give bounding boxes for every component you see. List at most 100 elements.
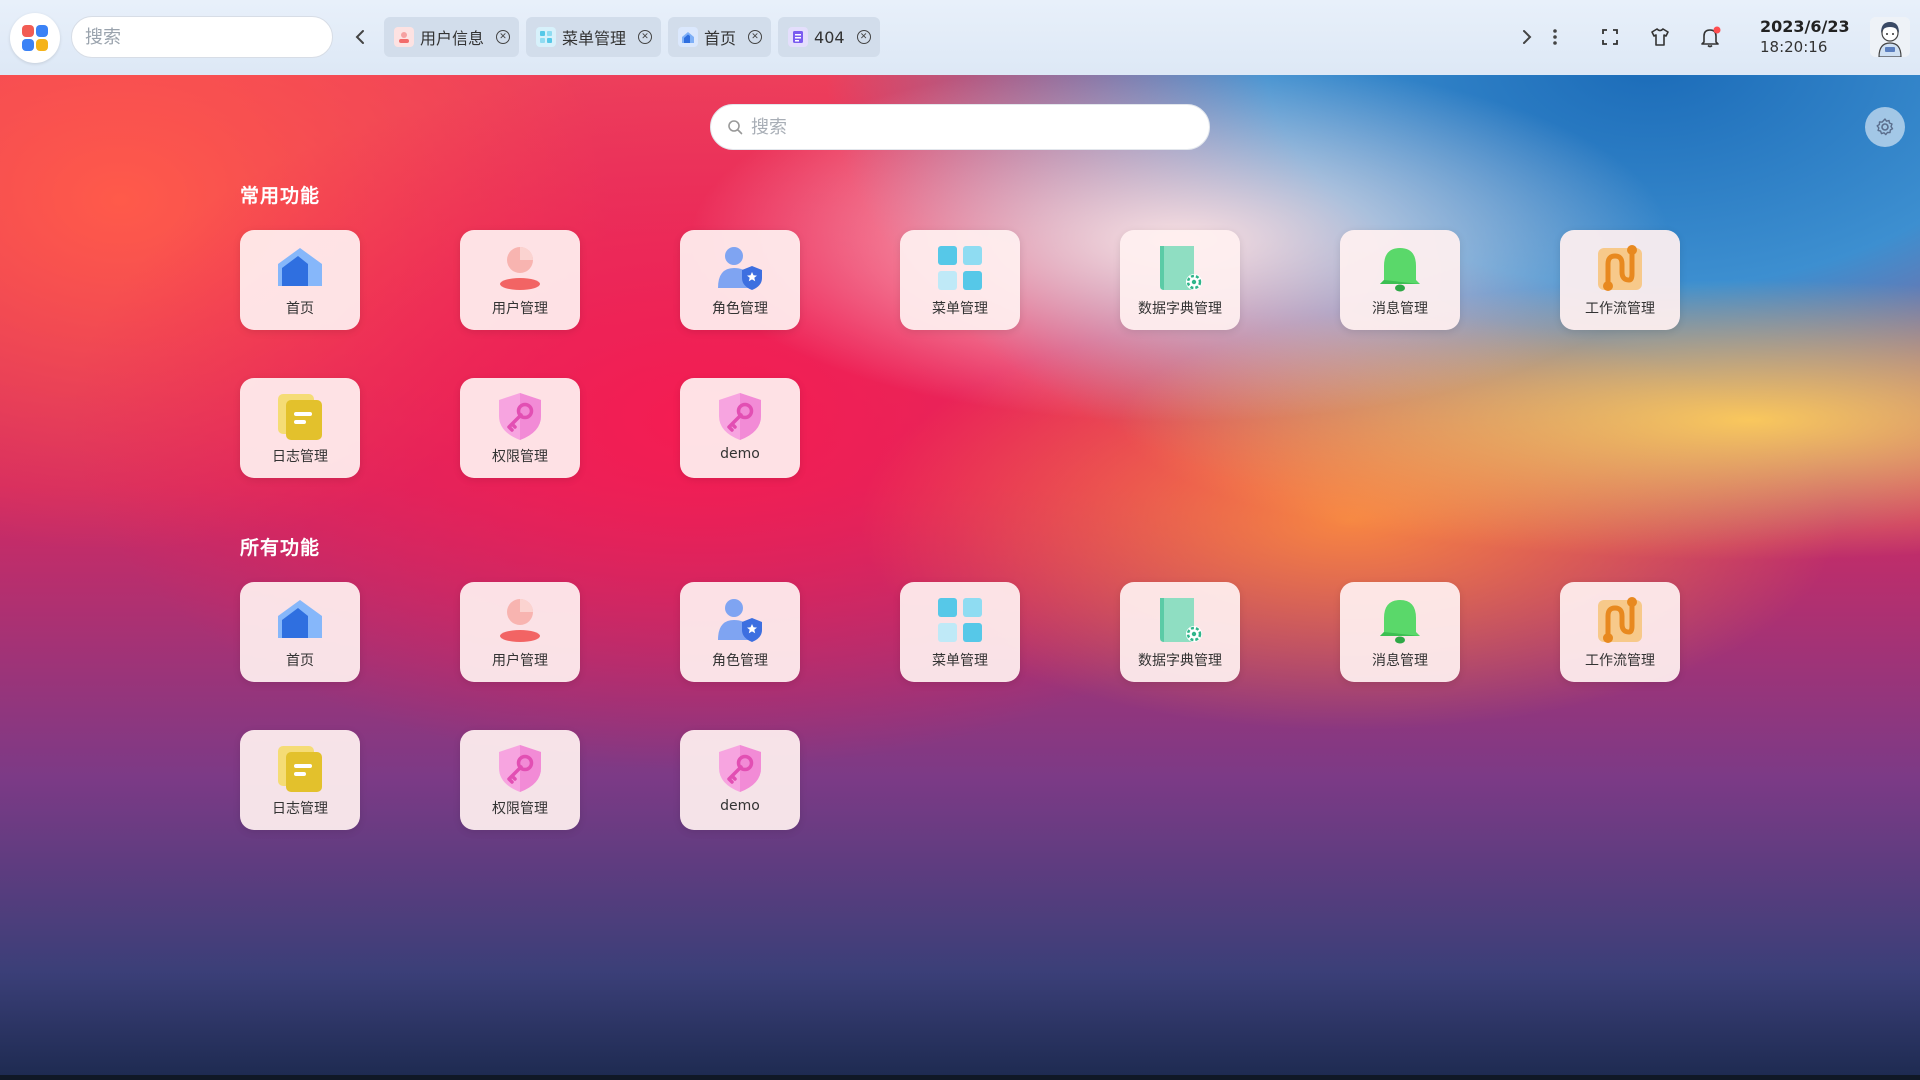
tab-404[interactable]: 404 ✕ [778,17,880,57]
common-app-tile[interactable]: 消息管理 [1340,230,1460,330]
all-app-tile[interactable]: 首页 [240,582,360,682]
fullscreen-icon [1602,29,1618,45]
search-icon [728,120,743,135]
fullscreen-button[interactable] [1598,25,1622,49]
all-app-tile[interactable]: 菜单管理 [900,582,1020,682]
app-label: 菜单管理 [932,653,988,669]
app-label: 菜单管理 [932,301,988,317]
app-search-box[interactable] [710,104,1210,150]
settings-button[interactable] [1865,107,1905,147]
common-app-tile[interactable]: 日志管理 [240,378,360,478]
app-label: 权限管理 [492,449,548,465]
app-label: 数据字典管理 [1138,653,1222,669]
grid-icon [536,27,557,47]
user-icon [494,594,546,646]
clock-time: 18:20:16 [1760,38,1828,56]
gear-icon [1876,118,1894,136]
tabs-scroll-left-button[interactable] [349,26,371,48]
home-icon [274,594,326,646]
all-app-tile[interactable]: 日志管理 [240,730,360,830]
dictionary-icon [1154,242,1206,294]
more-tabs-button[interactable] [1543,25,1567,49]
close-icon[interactable]: ✕ [856,30,871,44]
bell-icon [1701,26,1721,48]
clock: 2023/6/23 18:20:16 [1760,17,1850,57]
tab-menu-management[interactable]: 菜单管理 ✕ [526,17,662,57]
app-label: demo [720,446,760,462]
app-label: 角色管理 [712,653,768,669]
bell-icon [1374,594,1426,646]
bell-icon [1374,242,1426,294]
app-label: 消息管理 [1372,301,1428,317]
user-icon [394,27,414,47]
app-label: 工作流管理 [1585,653,1655,669]
tabs-scroll-right-button[interactable] [1516,26,1538,48]
common-app-tile[interactable]: 权限管理 [460,378,580,478]
tshirt-icon [1651,28,1669,46]
grid-icon [934,242,986,294]
common-app-tile[interactable]: 用户管理 [460,230,580,330]
top-bar: 用户信息 ✕ 菜单管理 ✕ 首页 ✕ 404 ✕ [0,0,1920,75]
shield-key-icon [714,390,766,442]
tab-label: 404 [814,27,845,47]
log-icon [274,742,326,794]
notification-dot [1713,26,1721,34]
app-label: 工作流管理 [1585,301,1655,317]
workflow-icon [1594,594,1646,646]
shield-key-icon [494,742,546,794]
app-label: 用户管理 [492,653,548,669]
app-label: 角色管理 [712,301,768,317]
avatar[interactable] [1870,17,1910,57]
all-app-tile[interactable]: 数据字典管理 [1120,582,1240,682]
app-label: 消息管理 [1372,653,1428,669]
top-search-input[interactable] [71,16,333,58]
home-icon [678,27,699,47]
app-label: 首页 [286,301,314,317]
home-icon [274,242,326,294]
app-label: 用户管理 [492,301,548,317]
common-app-tile[interactable]: 菜单管理 [900,230,1020,330]
all-app-tile[interactable]: 用户管理 [460,582,580,682]
dictionary-icon [1154,594,1206,646]
app-label: 日志管理 [272,801,328,817]
app-label: 数据字典管理 [1138,301,1222,317]
all-app-tile[interactable]: 工作流管理 [1560,582,1680,682]
common-app-tile[interactable]: demo [680,378,800,478]
more-vertical-icon [1553,29,1557,45]
tab-label: 用户信息 [420,29,485,48]
app-search-input[interactable] [751,107,1209,147]
page-icon [788,27,809,47]
close-icon[interactable]: ✕ [748,30,763,44]
common-app-tile[interactable]: 数据字典管理 [1120,230,1240,330]
apps-logo-icon [22,25,48,51]
tab-user-info[interactable]: 用户信息 ✕ [384,17,520,57]
app-label: 日志管理 [272,449,328,465]
close-icon[interactable]: ✕ [638,30,653,44]
tab-home[interactable]: 首页 ✕ [668,17,772,57]
all-app-tile[interactable]: 角色管理 [680,582,800,682]
role-icon [714,242,766,294]
app-logo[interactable] [10,13,60,63]
app-label: 首页 [286,653,314,669]
shield-key-icon [494,390,546,442]
app-label: 权限管理 [492,801,548,817]
user-icon [494,242,546,294]
grid-icon [934,594,986,646]
role-icon [714,594,766,646]
all-app-tile[interactable]: demo [680,730,800,830]
common-app-tile[interactable]: 角色管理 [680,230,800,330]
app-label: demo [720,798,760,814]
workflow-icon [1594,242,1646,294]
all-app-tile[interactable]: 权限管理 [460,730,580,830]
section-title-all: 所有功能 [240,537,321,559]
clock-date: 2023/6/23 [1760,17,1850,36]
close-icon[interactable]: ✕ [496,30,511,44]
bottom-strip [0,1075,1920,1080]
chevron-left-icon [355,30,364,44]
common-app-tile[interactable]: 工作流管理 [1560,230,1680,330]
common-app-tile[interactable]: 首页 [240,230,360,330]
theme-button[interactable] [1648,25,1672,49]
all-app-tile[interactable]: 消息管理 [1340,582,1460,682]
avatar-illustration-icon [1870,17,1910,57]
notifications-button[interactable] [1698,25,1722,49]
